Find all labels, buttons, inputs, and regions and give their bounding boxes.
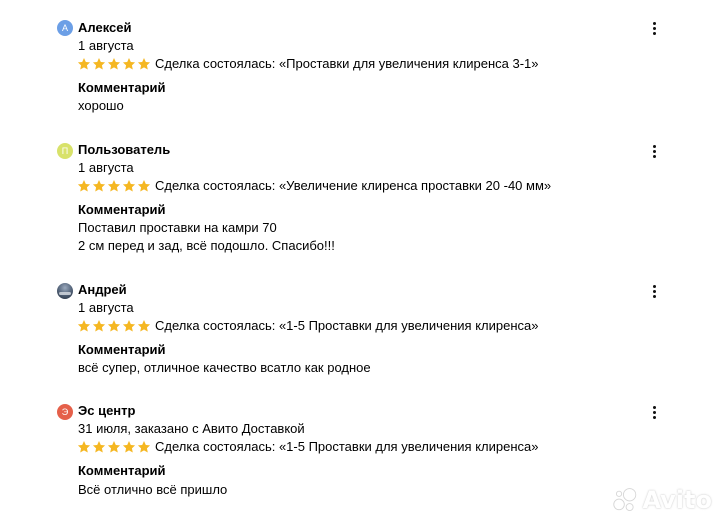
star-icon (122, 58, 136, 70)
review-author[interactable]: Алексей (78, 20, 132, 36)
comment-text: всё супер, отличное качество всатло как … (78, 360, 371, 375)
rating-stars (77, 440, 151, 454)
review-date: 1 августа (78, 300, 134, 315)
star-icon (107, 58, 121, 70)
star-icon (122, 320, 136, 332)
star-icon (92, 441, 106, 453)
star-icon (92, 320, 106, 332)
avatar[interactable] (57, 283, 73, 299)
star-icon (137, 180, 151, 192)
avito-logo-icon (613, 488, 637, 512)
watermark-text: Avito (642, 486, 712, 514)
deal-status: Сделка состоялась: «1-5 Проставки для ув… (155, 439, 539, 454)
star-icon (137, 441, 151, 453)
star-icon (92, 180, 106, 192)
star-icon (107, 441, 121, 453)
star-icon (107, 320, 121, 332)
review-author[interactable]: Пользователь (78, 142, 170, 158)
star-icon (92, 58, 106, 70)
more-options-icon[interactable] (646, 404, 662, 420)
deal-status: Сделка состоялась: «Увеличение клиренса … (155, 178, 552, 193)
more-options-icon[interactable] (646, 283, 662, 299)
star-icon (77, 180, 91, 192)
rating-stars (77, 319, 151, 333)
review-date: 31 июля, заказано с Авито Доставкой (78, 421, 305, 436)
star-icon (77, 320, 91, 332)
comment-text: Всё отлично всё пришло (78, 482, 228, 497)
review-date: 1 августа (78, 160, 134, 175)
comment-text: 2 см перед и зад, всё подошло. Спасибо!!… (78, 238, 335, 253)
deal-status: Сделка состоялась: «Проставки для увелич… (155, 56, 539, 71)
deal-status: Сделка состоялась: «1-5 Проставки для ув… (155, 318, 539, 333)
rating-stars (77, 179, 151, 193)
star-icon (77, 58, 91, 70)
star-icon (137, 58, 151, 70)
comment-text: Поставил проставки на камри 70 (78, 220, 277, 235)
more-options-icon[interactable] (646, 143, 662, 159)
rating-stars (77, 57, 151, 71)
star-icon (122, 441, 136, 453)
review-date: 1 августа (78, 38, 134, 53)
comment-label: Комментарий (78, 80, 166, 95)
avito-watermark: Avito (612, 484, 712, 516)
comment-text: хорошо (78, 98, 124, 113)
comment-label: Комментарий (78, 202, 166, 217)
star-icon (77, 441, 91, 453)
star-icon (137, 320, 151, 332)
review-author[interactable]: Эс центр (78, 403, 135, 419)
comment-label: Комментарий (78, 463, 166, 478)
avatar[interactable]: Э (57, 404, 73, 420)
comment-label: Комментарий (78, 342, 166, 357)
star-icon (122, 180, 136, 192)
review-author[interactable]: Андрей (78, 282, 127, 298)
avatar[interactable]: А (57, 20, 73, 36)
avatar[interactable]: П (57, 143, 73, 159)
star-icon (107, 180, 121, 192)
more-options-icon[interactable] (646, 20, 662, 36)
